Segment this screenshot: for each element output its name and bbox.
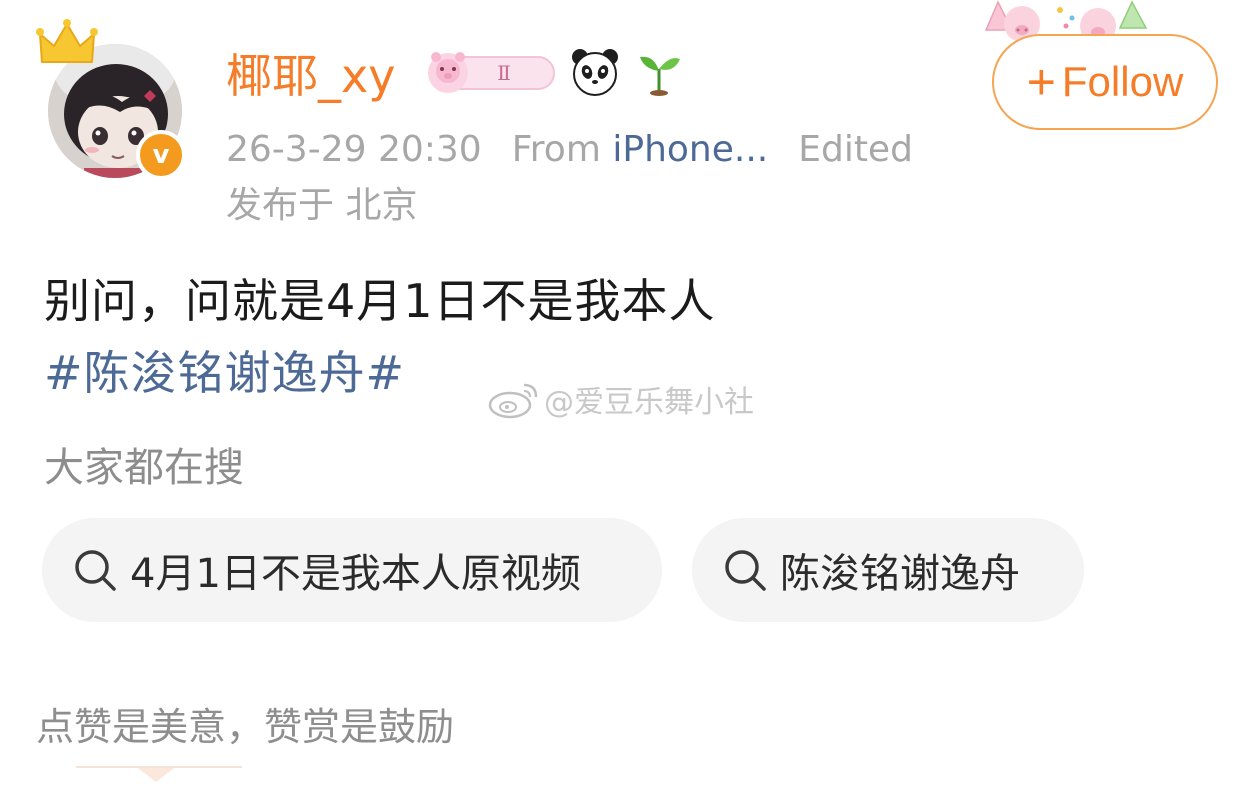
trending-search-title: 大家都在搜 — [44, 445, 244, 491]
search-suggestion-label: 陈浚铭谢逸舟 — [780, 551, 1020, 597]
search-icon — [75, 550, 116, 591]
post-timestamp: 26-3-29 20:30 — [226, 129, 482, 170]
post-location: 发布于 北京 — [226, 185, 418, 226]
search-icon — [725, 550, 766, 591]
reward-tip-text: 点赞是美意，赞赏是鼓励 — [36, 705, 455, 749]
search-suggestion-label: 4月1日不是我本人原视频 — [130, 551, 581, 597]
follow-button[interactable]: + Follow — [992, 34, 1218, 130]
watermark-text: @爱豆乐舞小社 — [544, 385, 754, 420]
vip-medal-icon[interactable]: Ⅱ — [424, 47, 556, 97]
sprout-icon[interactable] — [634, 47, 684, 97]
source-prefix: From — [511, 129, 601, 170]
badge-strip: Ⅱ — [424, 44, 684, 100]
search-suggestion-chip[interactable]: 陈浚铭谢逸舟 — [692, 518, 1084, 622]
watermark: @爱豆乐舞小社 — [488, 376, 754, 422]
panda-icon[interactable] — [570, 47, 620, 97]
hashtag-link[interactable]: #陈浚铭谢逸舟# — [44, 340, 405, 406]
username[interactable]: 椰耶_xy — [226, 44, 395, 108]
post-meta: 26-3-29 20:30 From iPhone... Edited — [226, 124, 913, 176]
tip-caret-icon — [138, 768, 174, 782]
verified-badge-icon: v — [136, 130, 186, 180]
source-link[interactable]: iPhone... — [612, 129, 768, 170]
weibo-post-page: v 椰耶_xy Ⅱ 26-3-29 20:30 From iPhone... E… — [0, 0, 1260, 796]
post-text: 别问，问就是4月1日不是我本人 — [44, 274, 716, 328]
plus-icon: + — [1026, 54, 1056, 110]
crown-icon — [36, 19, 98, 63]
search-suggestion-chip[interactable]: 4月1日不是我本人原视频 — [42, 518, 662, 622]
edited-label[interactable]: Edited — [798, 129, 913, 170]
avatar-container[interactable]: v — [36, 18, 196, 188]
weibo-logo-icon — [488, 383, 538, 419]
follow-label: Follow — [1061, 58, 1184, 105]
medal-level-label: Ⅱ — [497, 61, 511, 85]
